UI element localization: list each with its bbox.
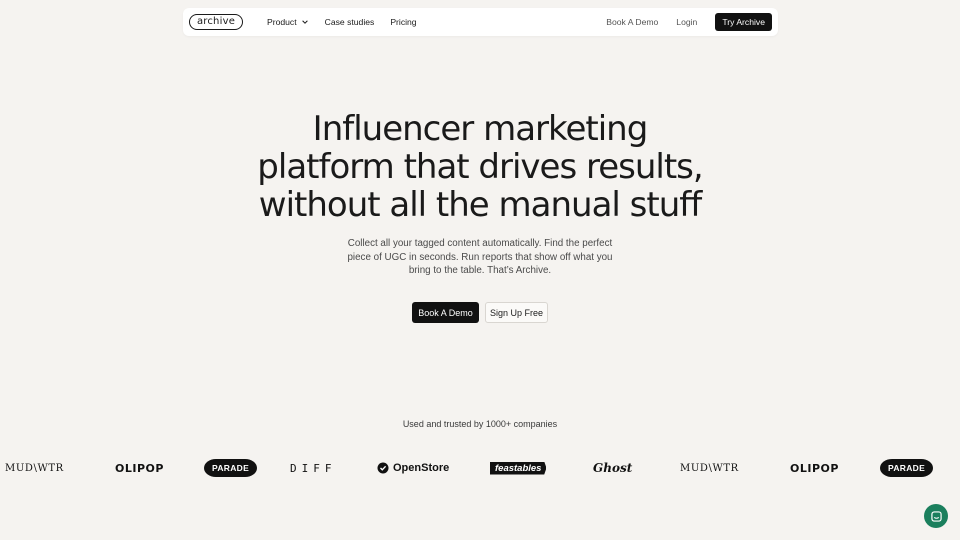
openstore-logo-icon	[377, 462, 389, 474]
logo-strip: MUD\WTR OLIPOP PARADE DIFF OpenStore fea…	[0, 456, 960, 480]
logo-mudwtr: MUD\WTR	[5, 462, 64, 474]
logo-olipop: OLIPOP	[115, 461, 164, 475]
logo-feastables-text: feastables	[490, 461, 547, 475]
nav-product[interactable]: Product	[267, 17, 309, 27]
logo-parade-2: PARADE	[880, 456, 934, 480]
logo-diff: DIFF	[290, 461, 337, 475]
logo-openstore: OpenStore	[377, 456, 449, 480]
chevron-down-icon	[301, 20, 308, 24]
nav-case-studies-label: Case studies	[324, 17, 375, 27]
logo-ghost: Ghost	[593, 461, 633, 475]
logo-olipop-2: OLIPOP	[790, 461, 839, 475]
top-nav: archive Product Case studies Pricing Boo…	[183, 8, 778, 36]
logo-feastables: feastables	[490, 456, 547, 480]
logo-parade: PARADE	[204, 456, 258, 480]
logo-parade-2-text: PARADE	[880, 459, 934, 477]
chat-icon	[930, 510, 942, 522]
hero-subtitle: Collect all your tagged content automati…	[347, 238, 613, 276]
logo-text: archive	[196, 16, 236, 27]
nav-right: Book A Demo Login Try Archive	[606, 13, 772, 31]
nav-pricing-label: Pricing	[390, 17, 417, 27]
hero-title-line-3: without all the manual stuff	[258, 185, 702, 225]
book-demo-button[interactable]: Book A Demo	[412, 302, 479, 323]
hero-title-line-2: platform that drives results,	[257, 147, 703, 187]
cta-row: Book A Demo Sign Up Free	[412, 302, 548, 323]
hero-title-line-1: Influencer marketing	[312, 109, 649, 149]
chat-launcher-button[interactable]	[924, 504, 948, 528]
nav-login[interactable]: Login	[676, 17, 697, 27]
nav-pricing[interactable]: Pricing	[390, 17, 416, 27]
nav-links: Product Case studies Pricing	[267, 17, 417, 27]
archive-logo[interactable]: archive	[189, 14, 243, 30]
nav-case-studies[interactable]: Case studies	[325, 17, 375, 27]
try-archive-button[interactable]: Try Archive	[715, 13, 772, 31]
sign-up-free-button[interactable]: Sign Up Free	[485, 302, 548, 323]
page: archive Product Case studies Pricing Boo…	[0, 0, 960, 540]
logo-openstore-text: OpenStore	[393, 462, 450, 474]
nav-product-label: Product	[267, 17, 297, 27]
trusted-by-text: Used and trusted by 1000+ companies	[402, 419, 558, 429]
logo-mudwtr-2: MUD\WTR	[680, 462, 739, 474]
hero-title: Influencer marketing platform that drive…	[240, 110, 720, 224]
nav-book-demo[interactable]: Book A Demo	[606, 17, 658, 27]
logo-parade-text: PARADE	[204, 459, 258, 477]
